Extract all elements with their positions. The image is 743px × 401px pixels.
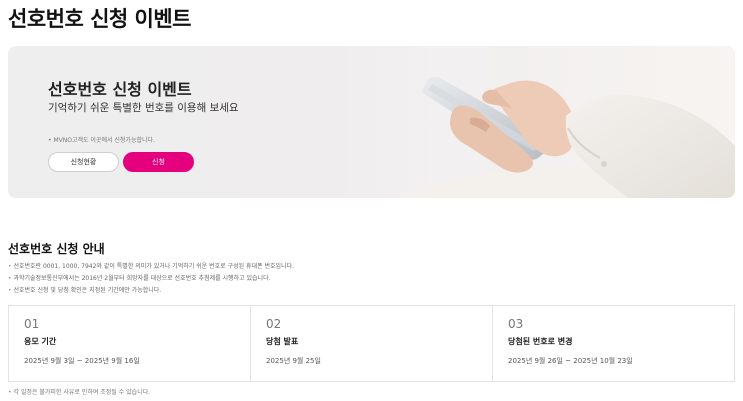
hand-holding-phone-image [378, 46, 735, 198]
schedule-steps: 01 응모 기간 2025년 9월 3일 ~ 2025년 9월 16일 02 당… [8, 305, 735, 382]
step-number: 02 [266, 317, 282, 331]
step-number: 03 [508, 317, 524, 331]
application-status-button[interactable]: 신청현황 [48, 152, 119, 172]
step-label: 응모 기간 [24, 337, 57, 346]
banner-subtitle: 기억하기 쉬운 특별한 번호를 이용해 보세요 [48, 102, 239, 114]
step-date: 2025년 9월 25일 [266, 357, 321, 365]
step-label: 당첨된 번호로 변경 [508, 337, 573, 346]
guide-list: 선호번호란 0001, 1000, 7942와 같이 특별한 의미가 있거나 기… [8, 261, 294, 297]
banner-title: 선호번호 신청 이벤트 [48, 80, 192, 99]
guide-item: 과학기술정보통신부에서는 2016년 2월부터 희망자를 대상으로 선호번호 추… [8, 273, 294, 285]
banner-note: • MVNO고객도 이곳에서 신청가능합니다. [48, 137, 155, 144]
step-label: 당첨 발표 [266, 337, 299, 346]
page-title: 선호번호 신청 이벤트 [8, 7, 192, 31]
event-banner: 선호번호 신청 이벤트 기억하기 쉬운 특별한 번호를 이용해 보세요 • MV… [8, 46, 735, 198]
footnote: 각 일정은 불가피한 사유로 인하여 조정될 수 있습니다. [8, 387, 150, 396]
step-number-change: 03 당첨된 번호로 변경 2025년 9월 26일 ~ 2025년 10월 2… [493, 306, 734, 381]
guide-item: 선호번호란 0001, 1000, 7942와 같이 특별한 의미가 있거나 기… [8, 261, 294, 273]
step-date: 2025년 9월 26일 ~ 2025년 10월 23일 [508, 357, 633, 365]
guide-title: 선호번호 신청 안내 [8, 242, 105, 256]
step-date: 2025년 9월 3일 ~ 2025년 9월 16일 [24, 357, 140, 365]
step-number: 01 [24, 317, 40, 331]
apply-button[interactable]: 신청 [123, 152, 194, 172]
guide-item: 선호번호 신청 및 당첨 확인은 지정된 기간에만 가능합니다. [8, 285, 294, 297]
step-entry-period: 01 응모 기간 2025년 9월 3일 ~ 2025년 9월 16일 [9, 306, 251, 381]
step-winner-announcement: 02 당첨 발표 2025년 9월 25일 [251, 306, 493, 381]
